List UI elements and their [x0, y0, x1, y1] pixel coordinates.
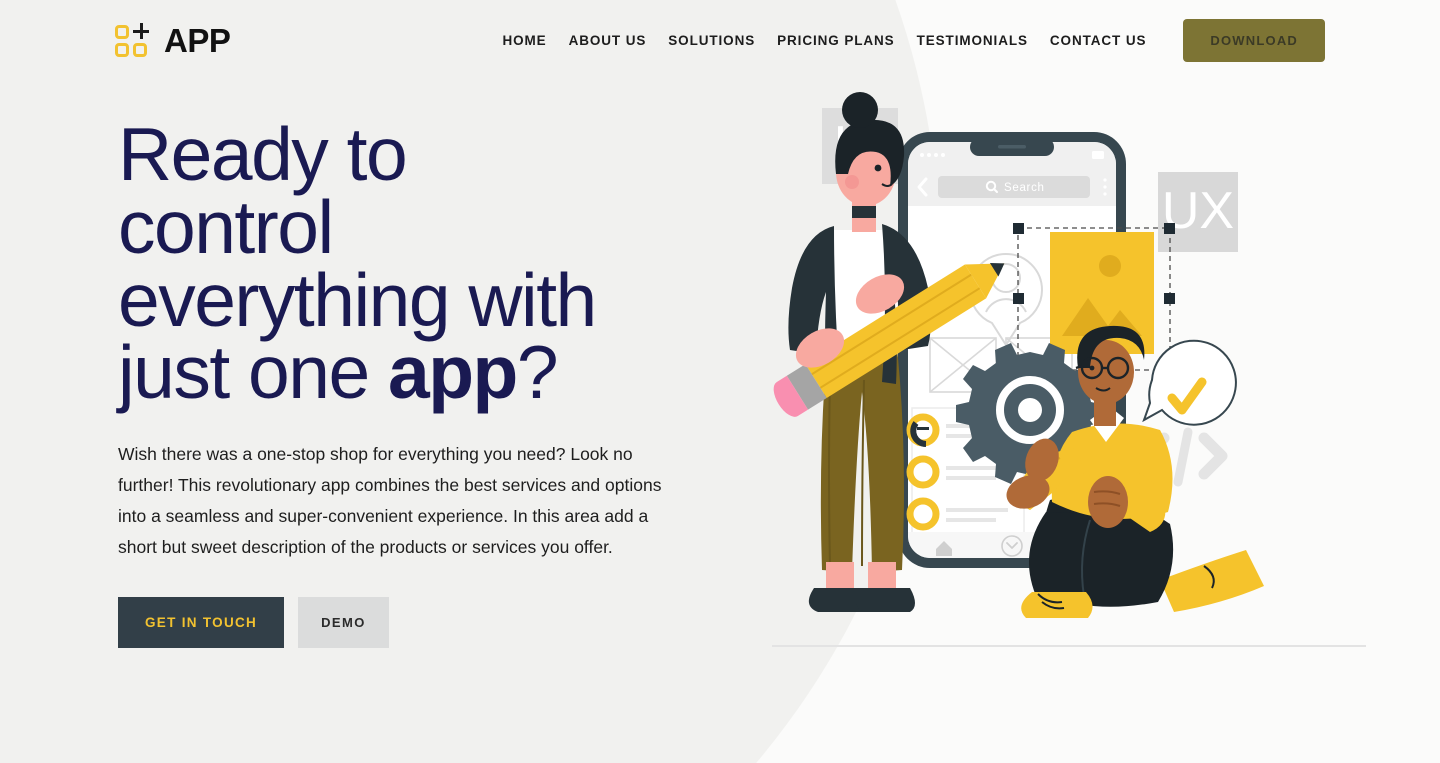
logo-square-top-left [115, 25, 129, 39]
demo-button[interactable]: DEMO [298, 596, 389, 648]
hero-section: Ready to control everything with just on… [0, 0, 700, 763]
headline-line-3-suffix: ? [516, 330, 559, 415]
four-squares-plus-icon [115, 23, 153, 57]
logo-square-bottom-right [133, 43, 147, 57]
shoe-back [1160, 550, 1264, 612]
nav-home[interactable]: HOME [502, 33, 557, 48]
brand-logo[interactable]: APP [115, 21, 231, 59]
headline-line-2: everything with [118, 257, 597, 342]
search-placeholder-text: Search [1004, 182, 1045, 194]
cta-button-row: GET IN TOUCH DEMO [118, 596, 700, 648]
battery-icon [1092, 151, 1104, 159]
nav-contact-us[interactable]: CONTACT US [1039, 33, 1158, 48]
nav-about-us[interactable]: ABOUT US [558, 33, 658, 48]
hand-fist [1088, 476, 1128, 528]
headline-line-3-prefix: just one [118, 330, 389, 415]
nav-solutions[interactable]: SOLUTIONS [657, 33, 766, 48]
nav-testimonials[interactable]: TESTIMONIALS [906, 33, 1039, 48]
plus-icon [133, 23, 149, 39]
headline-line-1: Ready to control [118, 112, 408, 269]
hero-illustration: UI UX [760, 80, 1380, 680]
logo-square-bottom-left [115, 43, 129, 57]
check-mark-speech-bubble [1142, 339, 1237, 426]
get-in-touch-button[interactable]: GET IN TOUCH [118, 596, 285, 648]
shoe-right [855, 588, 915, 612]
site-header: APP HOME ABOUT US SOLUTIONS PRICING PLAN… [0, 0, 1440, 80]
hero-description: Wish there was a one-stop shop for every… [118, 444, 662, 558]
shoe-front [1021, 592, 1093, 618]
page-title: Ready to control everything with just on… [118, 117, 638, 410]
main-navigation: HOME ABOUT US SOLUTIONS PRICING PLANS TE… [502, 18, 1325, 62]
brand-name: APP [164, 21, 231, 59]
nav-pricing-plans[interactable]: PRICING PLANS [766, 33, 905, 48]
download-button[interactable]: DOWNLOAD [1183, 18, 1325, 62]
headline-line-3-emphasis: app [388, 330, 518, 415]
eye [874, 164, 882, 172]
hair-bun [842, 92, 878, 128]
